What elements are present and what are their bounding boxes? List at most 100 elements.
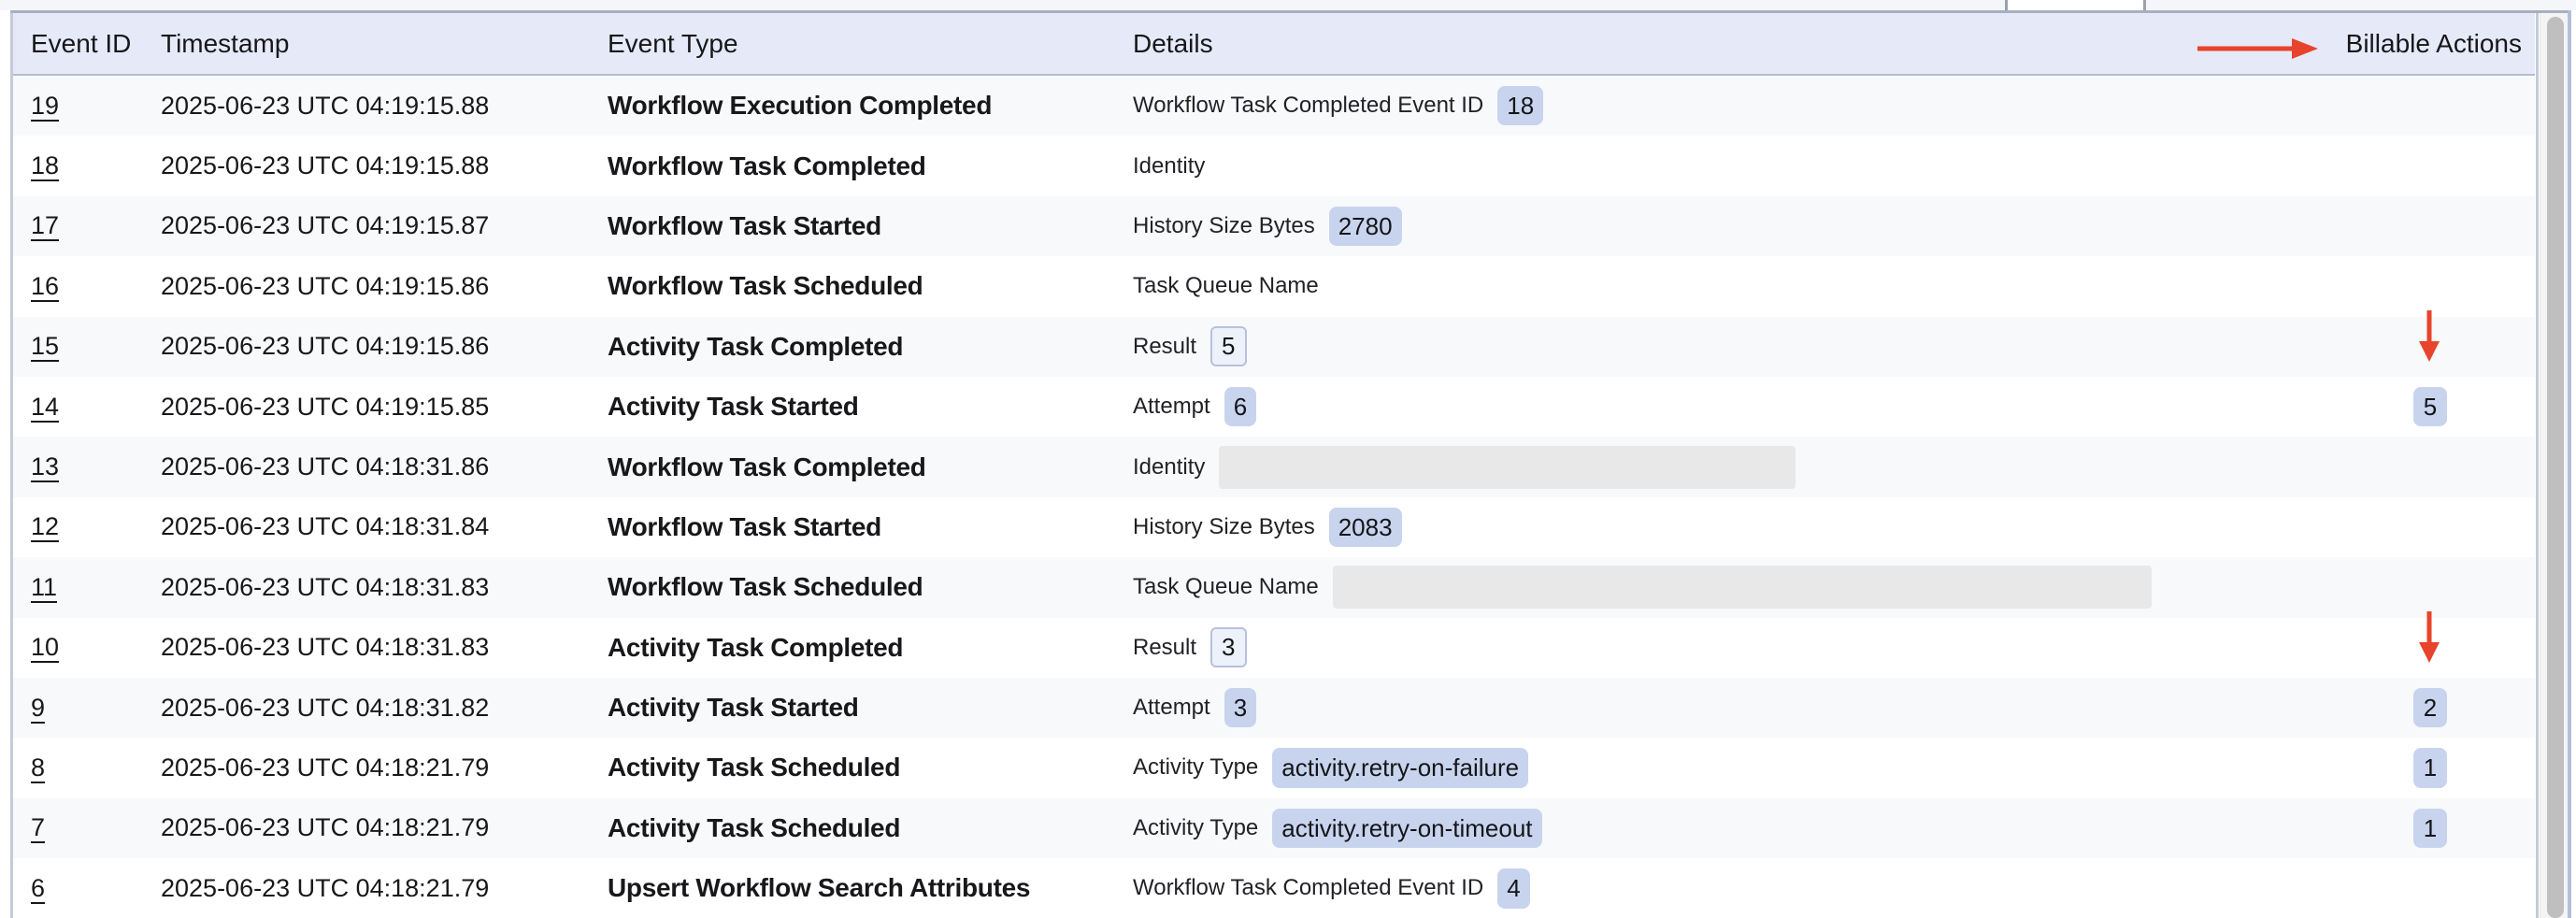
timestamp: 2025-06-23 UTC 04:19:15.85	[161, 377, 489, 437]
event-id-cell: 18	[31, 136, 59, 195]
timestamp: 2025-06-23 UTC 04:19:15.87	[161, 196, 489, 256]
event-id-cell: 11	[31, 557, 57, 617]
billable-actions-cell	[2393, 437, 2468, 496]
detail-label: Identity	[1133, 153, 1205, 179]
detail-value-badge: 2083	[1329, 508, 1402, 548]
event-id-link[interactable]: 13	[31, 452, 59, 481]
event-row-18[interactable]: 182025-06-23 UTC 04:19:15.88Workflow Tas…	[13, 136, 2535, 195]
detail-label: Workflow Task Completed Event ID	[1133, 875, 1483, 901]
detail-label: Result	[1133, 334, 1196, 360]
event-row-14[interactable]: 142025-06-23 UTC 04:19:15.85Activity Tas…	[13, 377, 2535, 437]
details-cell: Activity Typeactivity.retry-on-failure	[1133, 738, 1528, 797]
timestamp: 2025-06-23 UTC 04:18:21.79	[161, 738, 489, 797]
detail-value-badge: activity.retry-on-timeout	[1272, 809, 1541, 849]
event-id-cell: 14	[31, 377, 59, 437]
event-id-link[interactable]: 19	[31, 92, 59, 121]
detail-value-badge: activity.retry-on-failure	[1272, 748, 1528, 788]
event-row-6[interactable]: 62025-06-23 UTC 04:18:21.79Upsert Workfl…	[13, 858, 2535, 918]
timestamp: 2025-06-23 UTC 04:18:31.84	[161, 497, 489, 557]
event-type: Workflow Task Started	[608, 196, 881, 256]
event-row-9[interactable]: 92025-06-23 UTC 04:18:31.82Activity Task…	[13, 678, 2535, 738]
details-cell: Workflow Task Completed Event ID4	[1133, 858, 1530, 918]
top-panel-edge	[2005, 0, 2146, 10]
detail-value-badge: 18	[1497, 86, 1543, 126]
event-id-link[interactable]: 17	[31, 211, 59, 240]
details-cell: Attempt3	[1133, 678, 1256, 738]
event-row-8[interactable]: 8 2025-06-23 UTC 04:18:21.79 Activity Task…	[13, 738, 2535, 797]
detail-label: History Size Bytes	[1133, 514, 1315, 540]
event-id-link[interactable]: 8	[31, 753, 45, 782]
billable-actions-cell: 2	[2393, 678, 2468, 738]
event-type: Workflow Task Started	[608, 497, 881, 557]
billable-count-badge: 1	[2413, 748, 2447, 788]
details-cell: Attempt 6	[1133, 377, 1256, 437]
event-id-link[interactable]: 7	[31, 813, 45, 842]
table-right-border	[2536, 13, 2539, 918]
detail-value-badge: 6	[1224, 387, 1256, 427]
event-id-link[interactable]: 11	[31, 573, 57, 602]
panel-right-edge	[2568, 10, 2571, 918]
column-header-billable-actions: Billable Actions	[2346, 13, 2522, 74]
event-id-link[interactable]: 18	[31, 151, 59, 180]
billable-count-badge: 5	[2413, 387, 2447, 427]
event-id-link[interactable]: 15	[31, 332, 59, 361]
event-type: Workflow Task Scheduled	[608, 557, 923, 617]
event-id-cell: 15	[31, 317, 59, 377]
event-row-19[interactable]: 192025-06-23 UTC 04:19:15.88Workflow Exe…	[13, 76, 2535, 136]
event-id-cell: 16	[31, 256, 59, 316]
event-id-cell: 19	[31, 76, 59, 136]
billable-actions-cell: 1	[2393, 738, 2468, 797]
timestamp: 2025-06-23 UTC 04:19:15.88	[161, 136, 489, 195]
event-row-17[interactable]: 17 2025-06-23 UTC 04:19:15.87 Workflow Tas…	[13, 196, 2535, 256]
timestamp: 2025-06-23 UTC 04:18:21.79	[161, 798, 489, 858]
event-id-link[interactable]: 12	[31, 512, 59, 541]
event-id-link[interactable]: 16	[31, 272, 59, 301]
detail-label: Task Queue Name	[1133, 574, 1319, 600]
table-body: 192025-06-23 UTC 04:19:15.88Workflow Exe…	[13, 76, 2535, 918]
timestamp: 2025-06-23 UTC 04:19:15.88	[161, 76, 489, 136]
event-row-12[interactable]: 12 2025-06-23 UTC 04:18:31.84 Workflow Tas…	[13, 497, 2535, 557]
detail-value-badge: 2780	[1329, 207, 1402, 247]
timestamp: 2025-06-23 UTC 04:18:21.79	[161, 858, 489, 918]
billable-count-badge: 1	[2413, 809, 2447, 849]
details-cell: Workflow Task Completed Event ID18	[1133, 76, 1543, 136]
event-row-16[interactable]: 162025-06-23 UTC 04:19:15.86Workflow Tas…	[13, 256, 2535, 316]
event-row-7[interactable]: 72025-06-23 UTC 04:18:21.79Activity Task…	[13, 798, 2535, 858]
table-header-row: Event ID Timestamp Event Type Details Bi…	[13, 13, 2535, 76]
column-header-timestamp: Timestamp	[161, 13, 289, 74]
event-id-link[interactable]: 9	[31, 694, 45, 723]
timestamp: 2025-06-23 UTC 04:19:15.86	[161, 317, 489, 377]
event-id-link[interactable]: 6	[31, 874, 45, 903]
event-type: Activity Task Started	[608, 678, 859, 738]
billable-actions-cell	[2393, 618, 2468, 678]
details-cell: History Size Bytes 2083	[1133, 497, 1402, 557]
event-row-15[interactable]: 152025-06-23 UTC 04:19:15.86Activity Tas…	[13, 317, 2535, 377]
event-row-11[interactable]: 11 2025-06-23 UTC 04:18:31.83 Workflow Tas…	[13, 557, 2535, 617]
event-row-13[interactable]: 132025-06-23 UTC 04:18:31.86Workflow Tas…	[13, 437, 2535, 496]
billable-actions-cell	[2393, 256, 2468, 316]
event-id-cell: 17	[31, 196, 59, 256]
event-history-table: Event ID Timestamp Event Type Details Bi…	[13, 13, 2535, 918]
vertical-scrollbar-thumb[interactable]	[2547, 17, 2564, 918]
event-row-10[interactable]: 102025-06-23 UTC 04:18:31.83Activity Tas…	[13, 618, 2535, 678]
details-cell: Activity Typeactivity.retry-on-timeout	[1133, 798, 1542, 858]
detail-label: Attempt	[1133, 394, 1210, 420]
billable-actions-cell	[2393, 557, 2468, 617]
detail-label: Identity	[1133, 454, 1205, 481]
event-id-link[interactable]: 14	[31, 393, 59, 422]
event-type: Activity Task Scheduled	[608, 738, 900, 797]
billable-actions-cell	[2393, 858, 2468, 918]
billable-actions-cell	[2393, 196, 2468, 256]
event-id-cell: 6	[31, 858, 45, 918]
detail-value-badge: 5	[1210, 326, 1246, 366]
event-id-link[interactable]: 10	[31, 633, 59, 662]
timestamp: 2025-06-23 UTC 04:18:31.83	[161, 557, 489, 617]
details-cell: Identity	[1133, 437, 1796, 496]
details-cell: Task Queue Name	[1133, 557, 2152, 617]
detail-label: Task Queue Name	[1133, 273, 1319, 299]
billable-actions-cell: 5	[2393, 377, 2468, 437]
detail-label: History Size Bytes	[1133, 213, 1315, 239]
event-type: Workflow Task Scheduled	[608, 256, 923, 316]
redacted-value-box	[1333, 566, 2152, 609]
timestamp: 2025-06-23 UTC 04:18:31.86	[161, 437, 489, 496]
